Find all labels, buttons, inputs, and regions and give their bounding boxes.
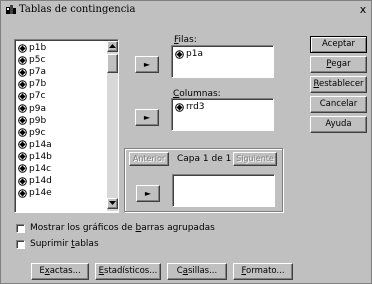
scale-variable-icon [18, 116, 27, 125]
variable-label: p7c [29, 91, 46, 102]
variable-list-item[interactable]: p9c [18, 127, 106, 139]
close-button[interactable]: x [356, 3, 370, 17]
scale-variable-icon [18, 55, 27, 65]
scale-variable-icon [18, 128, 27, 138]
move-to-layer-button[interactable]: ► [136, 185, 160, 202]
variable-list-item[interactable]: p9b [18, 115, 106, 127]
columns-item-label: rrd3 [186, 102, 205, 112]
scale-variable-icon [175, 49, 184, 59]
variable-label: p9a [29, 103, 46, 114]
variable-label: p1b [29, 43, 47, 54]
title-bar[interactable]: Tablas de contingencia x [2, 2, 370, 18]
variable-label: p7a [29, 67, 46, 78]
scale-variable-icon [18, 80, 27, 89]
variable-list-item[interactable]: p14d [18, 175, 106, 187]
right-arrow-icon: ► [143, 60, 151, 69]
variable-list-item[interactable]: p9a [18, 102, 106, 114]
scale-variable-icon [18, 67, 27, 77]
scale-variable-icon [18, 43, 27, 53]
variable-list-item[interactable]: p7c [18, 90, 106, 102]
scroll-thumb[interactable] [107, 54, 118, 73]
paste-button[interactable]: Pegar [310, 56, 367, 73]
variable-label: p5c [29, 55, 46, 66]
previous-layer-button[interactable]: Anterior [129, 152, 169, 166]
scroll-down-arrow-icon [109, 201, 116, 205]
spss-app-icon [6, 5, 16, 14]
exact-button[interactable]: Exactas... [31, 263, 89, 280]
format-button[interactable]: Formato... [233, 263, 293, 280]
move-to-columns-button[interactable]: ► [135, 109, 159, 126]
scale-variable-icon [18, 92, 27, 101]
variable-label: p14a [29, 139, 52, 150]
rows-label: Filas: [174, 35, 197, 45]
layer-indicator: Capa 1 de 1 [177, 154, 232, 164]
variable-label: p9b [29, 115, 47, 126]
variable-list-item[interactable]: p5c [18, 54, 106, 66]
scale-variable-icon [18, 104, 27, 113]
cells-button[interactable]: Casillas... [167, 263, 227, 280]
crosstabs-dialog: Tablas de contingencia x p1b p5c p7a p7b p7c… [0, 0, 372, 284]
scale-variable-icon [18, 176, 27, 186]
clustered-bars-checkbox[interactable] [16, 224, 25, 233]
columns-item[interactable]: rrd3 [175, 102, 205, 112]
cancel-button[interactable]: Cancelar [310, 96, 367, 113]
variable-label: p14d [29, 176, 52, 187]
window-title: Tablas de contingencia [19, 4, 136, 15]
scale-variable-icon [18, 188, 27, 198]
scroll-down-button[interactable] [107, 198, 118, 209]
scroll-up-button[interactable] [107, 41, 118, 52]
scale-variable-icon [175, 102, 184, 112]
statistics-button[interactable]: Estadísticos... [95, 263, 161, 280]
variable-list-scrollbar[interactable] [107, 41, 118, 211]
variable-list-item[interactable]: p7a [18, 66, 106, 78]
columns-box[interactable]: rrd3 [171, 98, 274, 131]
variable-list-item[interactable]: p1b [18, 42, 106, 54]
clustered-bars-label[interactable]: Mostrar los gráficos de barras agrupadas [30, 223, 215, 233]
layer-group: Anterior Capa 1 de 1 Siguiente ► [124, 148, 283, 212]
scale-variable-icon [18, 140, 27, 150]
reset-button[interactable]: Restablecer [310, 76, 367, 93]
variable-label: p14c [29, 163, 52, 174]
variable-list[interactable]: p1b p5c p7a p7b p7c p9a p9b p9c p14a p14b p14c p14d… [14, 39, 119, 213]
scale-variable-icon [18, 164, 27, 174]
suppress-tables-checkbox[interactable] [16, 240, 25, 249]
variable-list-item[interactable]: p7b [18, 78, 106, 90]
variable-label: p7b [29, 79, 47, 90]
help-button[interactable]: Ayuda [310, 116, 367, 133]
variable-label: p14b [29, 151, 52, 162]
scroll-up-arrow-icon [109, 44, 116, 48]
variable-list-item[interactable]: p14b [18, 151, 106, 163]
variable-label: p9c [29, 127, 46, 138]
variable-list-item[interactable]: p14c [18, 163, 106, 175]
rows-item[interactable]: p1a [175, 49, 203, 59]
suppress-tables-label[interactable]: Suprimir tablas [30, 239, 99, 249]
move-to-rows-button[interactable]: ► [135, 56, 159, 73]
next-layer-button[interactable]: Siguiente [233, 152, 277, 166]
layer-box[interactable] [172, 174, 275, 207]
accept-button[interactable]: Aceptar [310, 36, 367, 53]
scale-variable-icon [18, 152, 27, 162]
right-arrow-icon: ► [144, 189, 152, 198]
rows-item-label: p1a [186, 49, 203, 59]
variable-list-items: p1b p5c p7a p7b p7c p9a p9b p9c p14a p14b p14c p14d… [18, 42, 106, 199]
right-arrow-icon: ► [143, 113, 151, 122]
variable-list-item[interactable]: p14a [18, 139, 106, 151]
rows-box[interactable]: p1a [171, 45, 274, 78]
variable-label: p14e [29, 188, 52, 199]
variable-list-item[interactable]: p14e [18, 187, 106, 199]
